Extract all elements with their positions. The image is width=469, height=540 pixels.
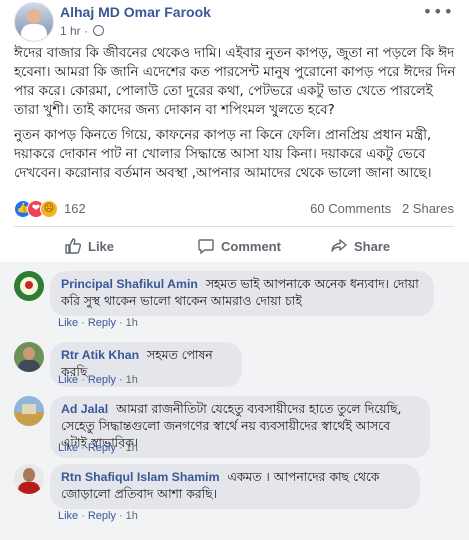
commenter-name[interactable]: Rtr Atik Khan [61, 348, 139, 362]
thumbs-up-icon [65, 238, 82, 254]
comment-reply-link[interactable]: Reply [88, 374, 116, 386]
commenter-avatar[interactable] [14, 342, 44, 372]
comment-actions: Like · Reply · 1h [58, 442, 138, 454]
share-button[interactable]: Share [330, 236, 390, 256]
post-time[interactable]: 1 hr [60, 24, 81, 38]
divider [14, 226, 454, 227]
share-icon [331, 239, 347, 252]
shares-count[interactable]: 2 Shares [402, 201, 454, 216]
post-stats: 👍 ❤ ☹ 162 60 Comments 2 Shares [14, 200, 454, 220]
share-label: Share [354, 238, 391, 254]
like-label: Like [88, 238, 115, 254]
post-meta: 1 hr · [60, 24, 105, 38]
comment-like-link[interactable]: Like [58, 510, 78, 522]
sad-reaction-icon: ☹ [40, 200, 58, 218]
post-paragraph: ঈদের বাজার কি জীবনের থেকেও দামি। এইবার ন… [14, 46, 456, 118]
comment-like-link[interactable]: Like [58, 442, 78, 454]
commenter-name[interactable]: Ad Jalal [61, 402, 108, 416]
globe-icon [93, 25, 105, 36]
comment-actions: Like · Reply · 1h [58, 317, 138, 329]
comment-bubble: Principal Shafikul Amin সহমত ভাই আপনাকে … [50, 271, 434, 316]
comment-label: Comment [221, 238, 281, 254]
post-body: ঈদের বাজার কি জীবনের থেকেও দামি। এইবার ন… [14, 44, 459, 189]
comment-reply-link[interactable]: Reply [88, 510, 116, 522]
comment-time[interactable]: 1h [126, 442, 138, 454]
comments-count[interactable]: 60 Comments [310, 201, 391, 216]
commenter-name[interactable]: Principal Shafikul Amin [61, 277, 198, 291]
reaction-count[interactable]: 162 [64, 201, 86, 216]
commenter-avatar[interactable] [14, 271, 44, 301]
comment-bubble: Rtn Shafiqul Islam Shamim একমত । আপনাদের… [50, 464, 420, 509]
post-paragraph: নুতন কাপড় কিনতে গিয়ে, কাফনের কাপড় না … [14, 128, 432, 181]
like-button[interactable]: Like [64, 236, 114, 256]
comment-reply-link[interactable]: Reply [88, 317, 116, 329]
comment-like-link[interactable]: Like [58, 317, 78, 329]
commenter-name[interactable]: Rtn Shafiqul Islam Shamim [61, 470, 220, 484]
comment-actions: Like · Reply · 1h [58, 374, 138, 386]
post-actions: Like Comment Share [14, 232, 454, 260]
commenter-avatar[interactable] [14, 396, 44, 426]
author-avatar[interactable] [14, 2, 54, 42]
comment-time[interactable]: 1h [126, 317, 138, 329]
commenter-avatar[interactable] [14, 464, 44, 494]
comments-section: Principal Shafikul Amin সহমত ভাই আপনাকে … [0, 262, 469, 540]
post-card: Alhaj MD Omar Farook 1 hr · ••• ঈদের বাজ… [0, 0, 469, 540]
comment-actions: Like · Reply · 1h [58, 510, 138, 522]
post-author-name[interactable]: Alhaj MD Omar Farook [60, 4, 211, 20]
post-header: Alhaj MD Omar Farook 1 hr · ••• [14, 2, 454, 42]
comment-icon [198, 239, 214, 255]
comment-time[interactable]: 1h [126, 374, 138, 386]
comment-reply-link[interactable]: Reply [88, 442, 116, 454]
comment-like-link[interactable]: Like [58, 374, 78, 386]
more-options-icon[interactable]: ••• [423, 2, 454, 21]
comment-time[interactable]: 1h [126, 510, 138, 522]
engagement-counts: 60 Comments 2 Shares [310, 201, 454, 216]
